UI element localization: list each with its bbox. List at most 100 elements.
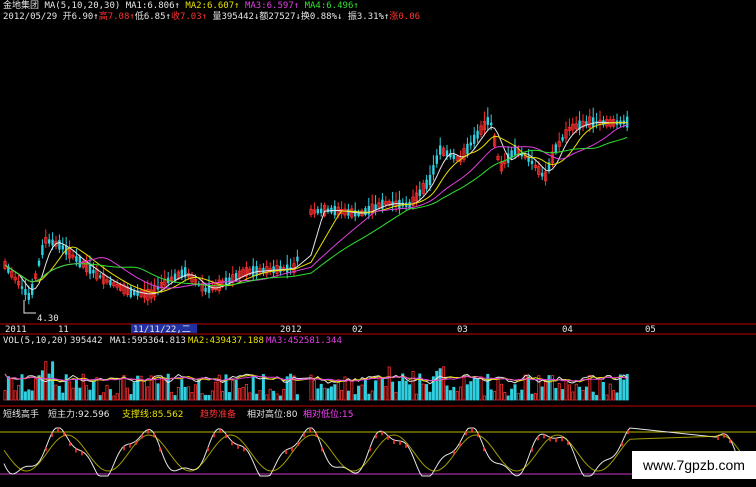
volume-bar bbox=[3, 390, 7, 401]
trend-mark bbox=[243, 447, 245, 452]
volume-bar bbox=[47, 373, 51, 401]
trend-mark bbox=[471, 428, 473, 432]
volume-bar bbox=[146, 386, 150, 401]
volume-bar bbox=[510, 388, 514, 401]
trend-mark bbox=[729, 439, 731, 444]
volume-bar bbox=[23, 391, 27, 401]
volume-bar bbox=[584, 386, 588, 401]
volume-bar bbox=[115, 393, 119, 401]
volume-bar bbox=[561, 389, 565, 401]
volume-bar bbox=[516, 392, 520, 401]
trend-mark bbox=[537, 436, 539, 441]
trend-mark bbox=[51, 432, 53, 437]
volume-bar bbox=[489, 389, 493, 401]
volume-ma2-line bbox=[4, 373, 628, 383]
volume-bar bbox=[272, 390, 276, 401]
candle bbox=[428, 174, 432, 186]
volume-bar bbox=[438, 368, 442, 401]
candle bbox=[20, 286, 24, 289]
trend-mark bbox=[297, 441, 299, 446]
candle bbox=[296, 256, 299, 262]
volume-bar bbox=[380, 378, 384, 401]
volume-bar bbox=[98, 395, 102, 401]
trend-mark bbox=[141, 434, 143, 439]
trend-mark bbox=[147, 429, 149, 434]
volume-bar bbox=[397, 381, 401, 401]
volume-bar bbox=[612, 390, 616, 401]
volume-bar bbox=[581, 390, 585, 401]
volume-bar bbox=[85, 385, 89, 401]
volume-bar bbox=[377, 378, 381, 401]
site-watermark: www.7gpzb.com bbox=[632, 451, 756, 479]
support-line bbox=[3, 434, 741, 472]
candle bbox=[486, 117, 489, 125]
volume-bar bbox=[533, 393, 537, 401]
candle bbox=[78, 256, 81, 268]
candle bbox=[27, 292, 30, 300]
volume-bar bbox=[367, 393, 371, 401]
volume-bar bbox=[520, 389, 524, 401]
candle bbox=[204, 287, 207, 292]
volume-bar bbox=[187, 386, 191, 401]
volume-bar bbox=[6, 376, 10, 401]
candle bbox=[476, 130, 479, 139]
volume-bar bbox=[469, 381, 473, 401]
volume-bar bbox=[370, 390, 374, 401]
candle bbox=[530, 160, 534, 165]
volume-bar bbox=[482, 395, 486, 401]
volume-bar bbox=[74, 379, 78, 401]
volume-bar bbox=[119, 378, 123, 401]
volume-bar bbox=[312, 380, 316, 401]
volume-bar bbox=[329, 386, 333, 401]
trend-mark bbox=[405, 443, 407, 448]
volume-bar bbox=[27, 389, 31, 401]
volume-bar bbox=[479, 376, 483, 401]
volume-bar bbox=[465, 384, 469, 401]
trend-mark bbox=[555, 438, 557, 443]
trend-mark bbox=[531, 447, 533, 452]
candle bbox=[364, 208, 367, 216]
trend-mark bbox=[225, 434, 227, 439]
volume-bar bbox=[442, 366, 446, 401]
volume-bar bbox=[455, 390, 459, 401]
candle bbox=[466, 143, 469, 154]
candle bbox=[99, 275, 102, 278]
candle bbox=[92, 269, 95, 274]
volume-bar bbox=[340, 389, 344, 401]
candle bbox=[37, 260, 41, 266]
trend-mark bbox=[453, 450, 455, 455]
volume-bar bbox=[374, 380, 378, 401]
volume-bar bbox=[13, 390, 17, 401]
volume-bar bbox=[472, 376, 476, 401]
volume-bar bbox=[193, 384, 197, 401]
time-axis[interactable]: 2011 11 11/11/22,二 2012 02 03 04 05 bbox=[5, 324, 656, 335]
volume-bar bbox=[384, 386, 388, 401]
volume-bar bbox=[153, 377, 157, 401]
low-marker-line bbox=[23, 300, 36, 314]
volume-bar bbox=[255, 393, 259, 401]
volume-bar bbox=[554, 388, 558, 401]
volume-bar bbox=[180, 379, 184, 401]
volume-bar bbox=[496, 377, 500, 401]
kline-chart-canvas[interactable]: 4.30 2011 11 11/11/22,二 2012 02 03 04 05 VOL(5,… bbox=[0, 0, 756, 487]
volume-bar bbox=[360, 384, 364, 401]
volume-bar bbox=[540, 386, 544, 401]
volume-bar bbox=[163, 379, 167, 401]
trend-mark bbox=[477, 433, 479, 438]
volume-ma2-value: MA2:439437.188 bbox=[188, 336, 264, 346]
volume-bar bbox=[173, 395, 177, 401]
volume-bar bbox=[350, 379, 354, 401]
candle bbox=[585, 121, 588, 125]
volume-bar bbox=[557, 383, 561, 401]
trend-mark bbox=[231, 441, 233, 446]
volume-bar bbox=[459, 386, 463, 401]
volume-bar bbox=[462, 376, 466, 401]
volume-bar bbox=[91, 380, 95, 401]
candle bbox=[75, 256, 78, 262]
volume-bar bbox=[278, 395, 282, 401]
volume-bar bbox=[112, 395, 116, 401]
trend-mark bbox=[75, 448, 77, 453]
trend-mark bbox=[291, 447, 293, 452]
trend-mark bbox=[723, 433, 725, 438]
volume-bar bbox=[88, 389, 92, 401]
